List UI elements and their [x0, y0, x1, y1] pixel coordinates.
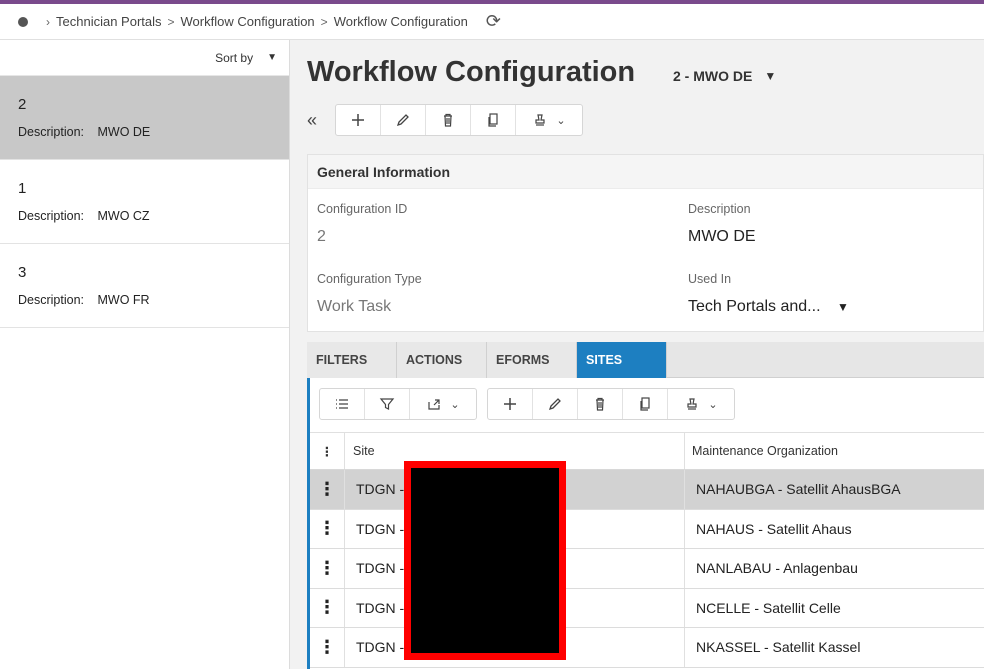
tab-sites[interactable]: SITES — [577, 342, 667, 378]
general-information-card: General Information Configuration ID 2 D… — [307, 154, 984, 332]
configuration-type-label: Configuration Type — [317, 272, 422, 286]
grid-edit-toolbar-group: ⌄ — [487, 388, 735, 420]
description-value: MWO DE — [688, 228, 756, 245]
description-field: Description MWO DE — [688, 202, 756, 246]
description-label: Description: — [18, 209, 84, 223]
delete-icon[interactable] — [426, 105, 471, 135]
caret-down-icon: ▼ — [764, 69, 777, 83]
grid-options-menu-button[interactable]: ⌄ — [668, 389, 734, 419]
breadcrumb: › Technician Portals > Workflow Configur… — [0, 4, 984, 40]
record-id: 2 — [18, 96, 27, 113]
description-value: MWO FR — [97, 293, 150, 307]
row-menu-icon[interactable]: ⋮ — [310, 549, 345, 588]
configuration-id-field: Configuration ID 2 — [317, 202, 407, 246]
description-label: Description: — [18, 293, 84, 307]
used-in-label: Used In — [688, 272, 732, 286]
chevron-down-icon: ⌄ — [556, 114, 566, 127]
record-selector-dropdown[interactable]: 2 - MWO DE ▼ — [673, 68, 776, 84]
options-menu-button[interactable]: ⌄ — [516, 105, 582, 135]
breadcrumb-item-current: Workflow Configuration — [333, 14, 468, 29]
used-in-dropdown[interactable]: Tech Portals and... ▼ — [688, 298, 849, 316]
record-toolbar: « ⌄ — [307, 104, 583, 136]
breadcrumb-item-workflow-configuration[interactable]: Workflow Configuration — [181, 14, 315, 29]
record-toolbar-group: ⌄ — [335, 104, 583, 136]
description-value: MWO DE — [97, 125, 151, 139]
breadcrumb-separator: > — [167, 14, 175, 29]
export-icon — [428, 399, 440, 410]
sort-by-label: Sort by — [215, 50, 254, 65]
row-menu-icon[interactable]: ⋮ — [310, 628, 345, 667]
grid-view-toolbar-group: ⌄ — [319, 388, 477, 420]
column-header-maintenance-organization[interactable]: Maintenance Organization — [685, 433, 984, 469]
breadcrumb-separator: > — [320, 14, 328, 29]
record-description: Description: MWO DE — [18, 125, 271, 139]
description-label: Description: — [18, 125, 84, 139]
record-item[interactable]: 3 Description: MWO FR — [0, 244, 289, 328]
redaction-box — [404, 461, 566, 660]
row-menu-icon[interactable]: ⋮ — [310, 470, 345, 509]
maintenance-organization-cell: NAHAUS - Satellit Ahaus — [696, 520, 852, 537]
maintenance-organization-cell: NCELLE - Satellit Celle — [696, 599, 841, 616]
list-view-icon[interactable] — [320, 389, 365, 419]
maintenance-organization-cell: NANLABAU - Anlagenbau — [696, 560, 858, 577]
general-information-header: General Information — [308, 155, 983, 189]
edit-icon[interactable] — [533, 389, 578, 419]
tab-filters[interactable]: FILTERS — [307, 342, 397, 378]
duplicate-icon[interactable] — [471, 105, 516, 135]
main-content: Workflow Configuration 2 - MWO DE ▼ « ⌄ — [290, 40, 984, 669]
configuration-id-value: 2 — [317, 228, 326, 245]
used-in-value: Tech Portals and... — [688, 298, 821, 315]
export-menu-button[interactable]: ⌄ — [410, 389, 476, 419]
page-title: Workflow Configuration — [307, 56, 636, 88]
grid-toolbar: ⌄ ⌄ — [319, 388, 735, 420]
configuration-type-field: Configuration Type Work Task — [317, 272, 422, 316]
record-id: 1 — [18, 180, 27, 197]
add-icon[interactable] — [488, 389, 533, 419]
chevron-down-icon: ⌄ — [708, 398, 718, 411]
record-list-pane: Sort by ▼ 2 Description: MWO DE 1 Descri… — [0, 40, 290, 669]
add-icon[interactable] — [336, 105, 381, 135]
edit-icon[interactable] — [381, 105, 426, 135]
maintenance-organization-cell: NAHAUBGA - Satellit AhausBGA — [696, 481, 901, 498]
record-item[interactable]: 1 Description: MWO CZ — [0, 160, 289, 244]
configuration-id-label: Configuration ID — [317, 202, 408, 216]
maintenance-organization-cell: NKASSEL - Satellit Kassel — [696, 639, 861, 656]
record-description: Description: MWO FR — [18, 293, 271, 307]
description-value: MWO CZ — [97, 209, 150, 223]
record-item[interactable]: 2 Description: MWO DE — [0, 76, 289, 160]
breadcrumb-item-technician-portals[interactable]: Technician Portals — [56, 14, 162, 29]
home-icon[interactable] — [18, 16, 28, 27]
caret-down-icon: ▼ — [267, 52, 277, 63]
column-menu-icon[interactable]: ⋮ — [310, 433, 345, 469]
chevron-down-icon: ⌄ — [450, 398, 460, 411]
record-id: 3 — [18, 264, 27, 281]
filter-icon[interactable] — [365, 389, 410, 419]
configuration-type-value: Work Task — [317, 298, 392, 315]
description-label: Description — [688, 202, 751, 216]
caret-down-icon: ▼ — [836, 300, 849, 314]
refresh-icon[interactable]: ⟳ — [486, 11, 501, 32]
chevron-right-icon: › — [46, 14, 50, 29]
delete-icon[interactable] — [578, 389, 623, 419]
record-description: Description: MWO CZ — [18, 209, 271, 223]
sort-by-dropdown[interactable]: Sort by ▼ — [0, 40, 289, 76]
tab-eforms[interactable]: EFORMS — [487, 342, 577, 378]
row-menu-icon[interactable]: ⋮ — [310, 509, 345, 548]
detail-tabs: FILTERS ACTIONS EFORMS SITES — [307, 342, 984, 378]
collapse-panel-icon[interactable]: « — [307, 110, 331, 131]
tab-actions[interactable]: ACTIONS — [397, 342, 487, 378]
row-menu-icon[interactable]: ⋮ — [310, 588, 345, 627]
stamp-icon — [535, 114, 545, 126]
stamp-icon — [687, 398, 697, 410]
duplicate-icon[interactable] — [623, 389, 668, 419]
record-selector-value: 2 - MWO DE — [673, 68, 753, 84]
used-in-field[interactable]: Used In Tech Portals and... ▼ — [688, 272, 849, 316]
